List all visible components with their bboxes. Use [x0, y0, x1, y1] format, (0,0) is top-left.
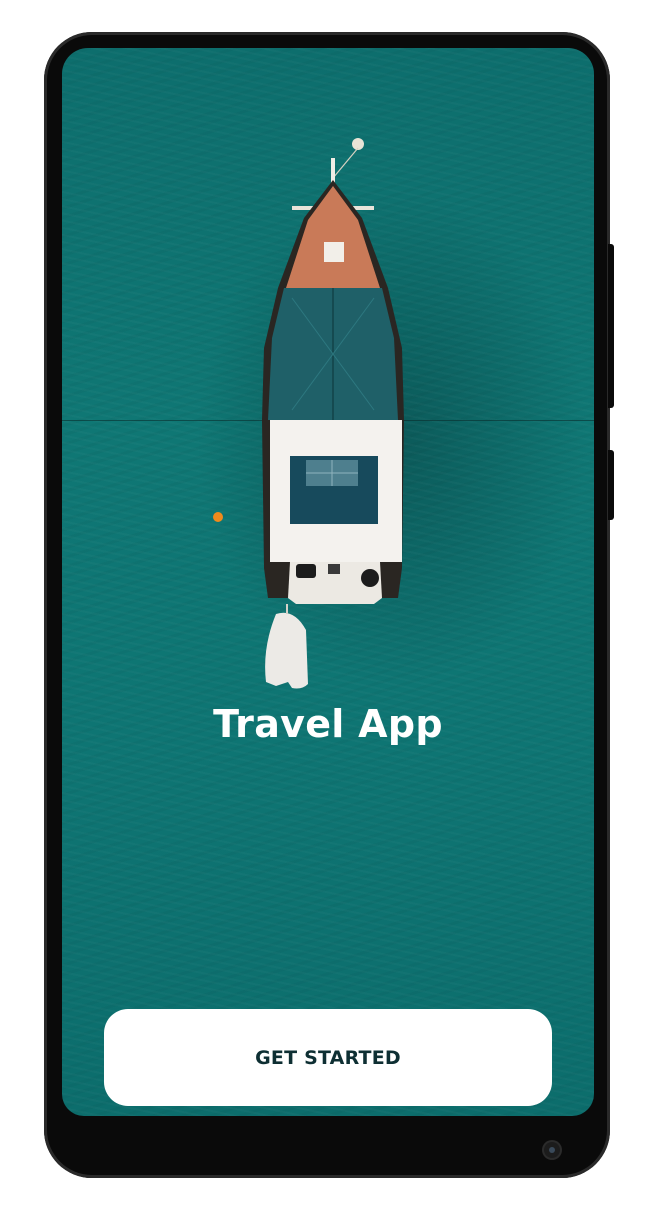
power-button	[608, 450, 614, 520]
splash-screen: Travel App GET STARTED	[62, 48, 594, 1116]
boat-illustration	[213, 138, 404, 689]
app-title: Travel App	[213, 702, 443, 746]
tender-boat	[265, 612, 308, 689]
orange-buoy	[213, 512, 223, 522]
camera-icon	[544, 1142, 560, 1158]
volume-button	[608, 244, 614, 408]
get-started-button[interactable]: GET STARTED	[104, 1009, 552, 1106]
